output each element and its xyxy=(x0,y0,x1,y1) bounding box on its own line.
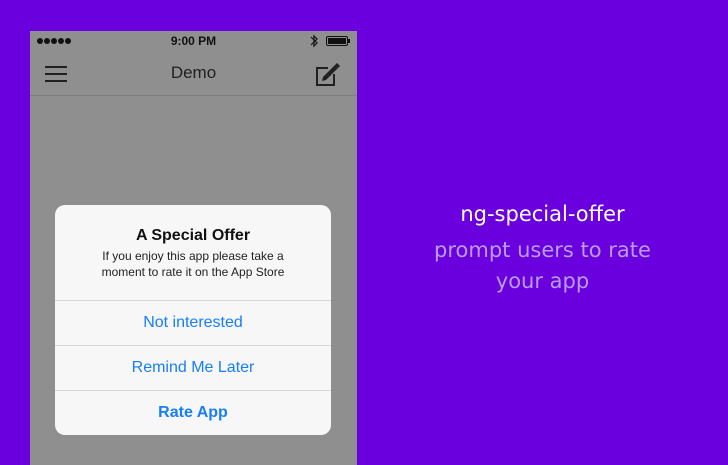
status-bar: 9:00 PM xyxy=(30,31,357,51)
rate-app-button[interactable]: Rate App xyxy=(55,391,331,435)
promo-title: ng-special-offer xyxy=(460,202,625,226)
phone-screen: 9:00 PM Demo A Special Offer If you enjo… xyxy=(30,31,357,465)
promo-text: ng-special-offer prompt users to rate yo… xyxy=(386,199,699,297)
status-time: 9:00 PM xyxy=(170,34,217,48)
bluetooth-icon xyxy=(310,34,318,48)
remind-me-later-button[interactable]: Remind Me Later xyxy=(55,346,331,391)
special-offer-dialog: A Special Offer If you enjoy this app pl… xyxy=(55,205,331,435)
compose-icon[interactable] xyxy=(313,61,341,88)
dialog-message: If you enjoy this app please take a mome… xyxy=(101,249,285,279)
battery-icon xyxy=(326,36,350,46)
dialog-title: A Special Offer xyxy=(135,227,251,244)
not-interested-button[interactable]: Not interested xyxy=(55,301,331,346)
dialog-header: A Special Offer If you enjoy this app pl… xyxy=(55,205,331,301)
page-title: Demo xyxy=(170,63,217,82)
promo-subtitle: prompt users to rate your app xyxy=(434,238,651,293)
navigation-bar: Demo xyxy=(30,51,357,96)
